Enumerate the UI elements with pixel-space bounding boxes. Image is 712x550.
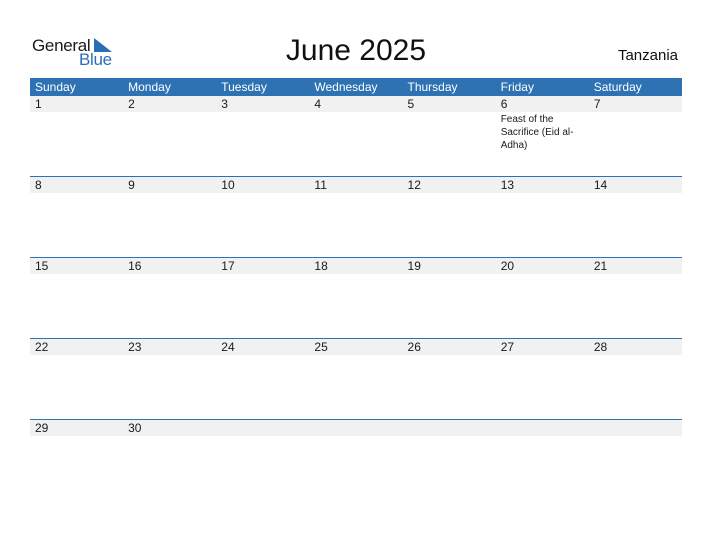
day-cell: 17 xyxy=(216,258,309,339)
day-number: 5 xyxy=(407,97,415,111)
day-cell: 19 xyxy=(403,258,496,339)
weekday-sunday: Sunday xyxy=(35,80,76,94)
page-title: June 2025 xyxy=(285,34,427,67)
day-cell: 15 xyxy=(30,258,123,339)
day-cell: 27 xyxy=(496,339,589,420)
day-number: 9 xyxy=(128,178,135,192)
day-number: 10 xyxy=(221,178,235,192)
day-cell: 29 xyxy=(30,420,123,501)
day-number: 4 xyxy=(314,97,322,111)
day-cell xyxy=(216,420,309,501)
day-cell: 9 xyxy=(123,177,216,258)
day-number: 29 xyxy=(35,421,49,435)
day-number: 30 xyxy=(128,421,142,435)
day-number: 20 xyxy=(500,259,515,273)
day-cell: 13 xyxy=(496,177,589,258)
day-cell: 22 xyxy=(30,339,123,420)
week-row: 8 9 10 11 12 13 14 xyxy=(30,176,682,258)
day-cell: 1 xyxy=(30,96,123,177)
holiday-event: Feast of the Sacrifice (Eid al-Adha) xyxy=(500,114,574,151)
day-cell: 24 xyxy=(216,339,309,420)
week-row: 1 2 3 4 5 6 Feast of the Sacrifice (Eid al-Adh… xyxy=(30,96,682,177)
week-row: 22 23 24 25 26 27 28 xyxy=(30,338,682,420)
day-cell xyxy=(403,420,496,501)
weekday-friday: Friday xyxy=(500,80,534,94)
day-cell: 25 xyxy=(309,339,402,420)
day-number: 1 xyxy=(35,97,42,111)
day-number: 11 xyxy=(314,178,327,192)
day-number: 8 xyxy=(35,178,42,192)
day-cell: 8 xyxy=(30,177,123,258)
day-cell: 21 xyxy=(589,258,682,339)
day-cell: 14 xyxy=(589,177,682,258)
day-number: 3 xyxy=(221,97,228,111)
day-cell: 30 xyxy=(123,420,216,501)
day-cell xyxy=(589,420,682,501)
day-cell: 16 xyxy=(123,258,216,339)
day-number: 21 xyxy=(593,259,608,273)
day-number: 17 xyxy=(221,259,235,273)
day-cell: 28 xyxy=(589,339,682,420)
day-cell: 12 xyxy=(403,177,496,258)
day-number: 6 xyxy=(500,97,508,111)
day-cell xyxy=(496,420,589,501)
day-cell: 6 Feast of the Sacrifice (Eid al-Adha) xyxy=(496,96,589,177)
day-number: 25 xyxy=(314,340,328,354)
day-number: 18 xyxy=(314,259,328,273)
day-number: 28 xyxy=(593,340,608,354)
day-number: 19 xyxy=(407,259,421,273)
weekday-tuesday: Tuesday xyxy=(221,80,267,94)
day-cell: 4 xyxy=(309,96,402,177)
day-cell: 10 xyxy=(216,177,309,258)
day-cell: 26 xyxy=(403,339,496,420)
day-cell: 7 xyxy=(589,96,682,177)
day-cell: 18 xyxy=(309,258,402,339)
day-number: 27 xyxy=(500,340,515,354)
day-cell: 11 xyxy=(309,177,402,258)
day-number: 23 xyxy=(128,340,142,354)
day-cell: 2 xyxy=(123,96,216,177)
day-number: 12 xyxy=(407,178,421,192)
day-cell: 20 xyxy=(496,258,589,339)
day-number: 13 xyxy=(500,178,515,192)
day-number: 15 xyxy=(35,259,49,273)
day-cell: 3 xyxy=(216,96,309,177)
week-row: 29 30 xyxy=(30,419,682,501)
weekday-header: Sunday Monday Tuesday Wednesday Thursday… xyxy=(30,78,682,96)
day-number: 22 xyxy=(35,340,49,354)
weekday-monday: Monday xyxy=(128,80,171,94)
day-cell xyxy=(309,420,402,501)
day-number: 24 xyxy=(221,340,235,354)
country-label: Tanzania xyxy=(617,47,678,64)
weekday-thursday: Thursday xyxy=(407,80,458,94)
day-number: 14 xyxy=(593,178,608,192)
weekday-saturday: Saturday xyxy=(593,80,642,94)
week-row: 15 16 17 18 19 20 21 xyxy=(30,257,682,339)
day-number: 16 xyxy=(128,259,142,273)
day-cell: 5 xyxy=(403,96,496,177)
day-number: 26 xyxy=(407,340,421,354)
weekday-wednesday: Wednesday xyxy=(314,80,378,94)
day-number: 2 xyxy=(128,97,135,111)
day-cell: 23 xyxy=(123,339,216,420)
day-number: 7 xyxy=(593,97,601,111)
